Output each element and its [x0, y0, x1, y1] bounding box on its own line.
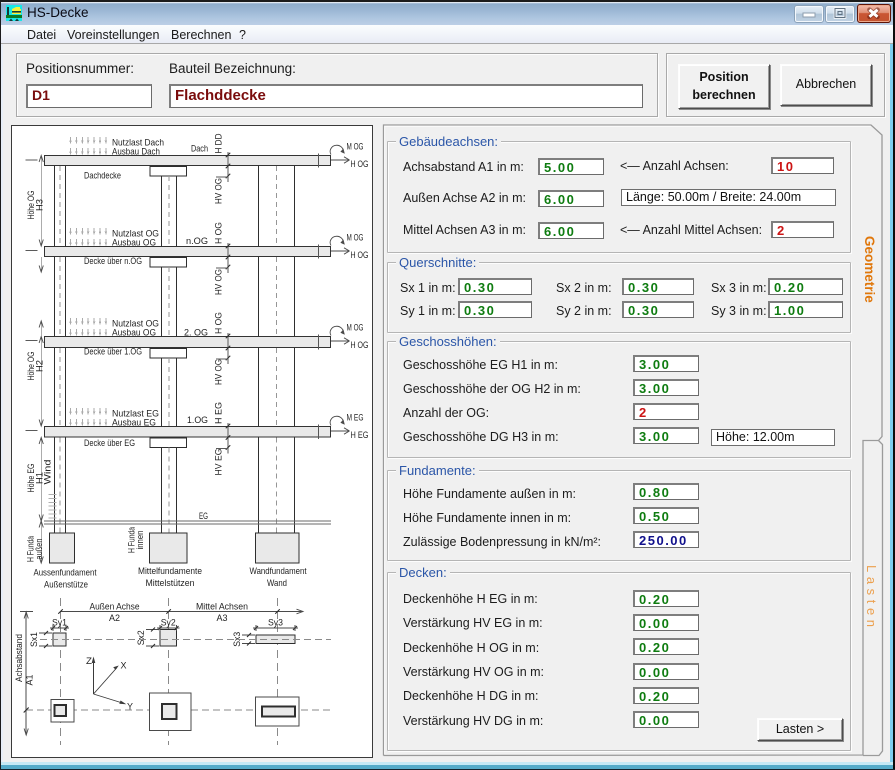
svg-text:Decke über EG: Decke über EG [84, 438, 135, 449]
svg-text:H DD: H DD [214, 133, 225, 153]
svg-text:H2: H2 [35, 360, 46, 372]
svg-text:A1: A1 [25, 675, 36, 686]
svg-text:innen: innen [135, 531, 146, 550]
svg-text:Z: Z [86, 656, 92, 667]
svg-text:HV OG: HV OG [214, 178, 225, 204]
svg-text:Achsabstand: Achsabstand [14, 634, 25, 682]
svg-text:Decke über 1.OG: Decke über 1.OG [84, 347, 142, 358]
svg-text:M OG: M OG [347, 323, 364, 333]
svg-text:Außenstütze: Außenstütze [44, 580, 88, 591]
svg-text:Y: Y [127, 702, 134, 713]
svg-text:H OG: H OG [351, 340, 369, 350]
svg-text:Wind: Wind [43, 460, 54, 485]
svg-text:Ausbau OG: Ausbau OG [112, 328, 156, 339]
svg-text:X: X [121, 661, 128, 672]
svg-text:H3: H3 [35, 199, 46, 211]
svg-text:Sy2: Sy2 [161, 618, 176, 628]
svg-text:HV OG: HV OG [214, 359, 225, 385]
svg-text:Dachdecke: Dachdecke [84, 171, 121, 182]
svg-text:1.OG: 1.OG [187, 415, 208, 426]
svg-text:Decke über n.OG: Decke über n.OG [84, 256, 142, 267]
svg-text:Aussenfundament: Aussenfundament [34, 568, 97, 579]
svg-text:H OG: H OG [214, 222, 225, 244]
svg-text:Sy1: Sy1 [52, 618, 67, 628]
svg-text:n.OG: n.OG [186, 236, 208, 247]
svg-text:H EG: H EG [214, 402, 225, 424]
svg-text:Ausbau Dach: Ausbau Dach [112, 147, 160, 158]
svg-text:Sx2: Sx2 [136, 630, 146, 645]
svg-text:H EG: H EG [351, 430, 369, 440]
svg-text:Mittelfundamente: Mittelfundamente [138, 566, 202, 577]
svg-text:außen: außen [34, 539, 45, 560]
svg-text:M EG: M EG [347, 413, 364, 423]
svg-text:Wand: Wand [267, 578, 287, 589]
svg-text:H OG: H OG [214, 312, 225, 334]
svg-text:Dach: Dach [191, 144, 208, 155]
svg-text:HV EG: HV EG [214, 449, 225, 476]
svg-text:H OG: H OG [351, 159, 369, 169]
svg-text:Wandfundament: Wandfundament [250, 566, 307, 577]
svg-text:M OG: M OG [347, 142, 364, 152]
svg-text:Ausbau EG: Ausbau EG [112, 418, 156, 429]
svg-text:Sy3: Sy3 [268, 618, 283, 628]
svg-text:Sx1: Sx1 [29, 632, 39, 647]
svg-text:A3: A3 [217, 613, 228, 624]
svg-text:Außen Achse: Außen Achse [90, 602, 140, 613]
svg-text:A2: A2 [109, 613, 120, 624]
svg-text:H OG: H OG [351, 250, 369, 260]
svg-text:EG: EG [199, 511, 208, 522]
svg-text:Mittelstützen: Mittelstützen [146, 578, 195, 589]
svg-text:2. OG: 2. OG [184, 328, 208, 339]
svg-text:Ausbau OG: Ausbau OG [112, 238, 156, 249]
svg-text:M OG: M OG [347, 233, 364, 243]
svg-text:HV OG: HV OG [214, 269, 225, 295]
svg-text:Mittel Achsen: Mittel Achsen [196, 602, 248, 613]
